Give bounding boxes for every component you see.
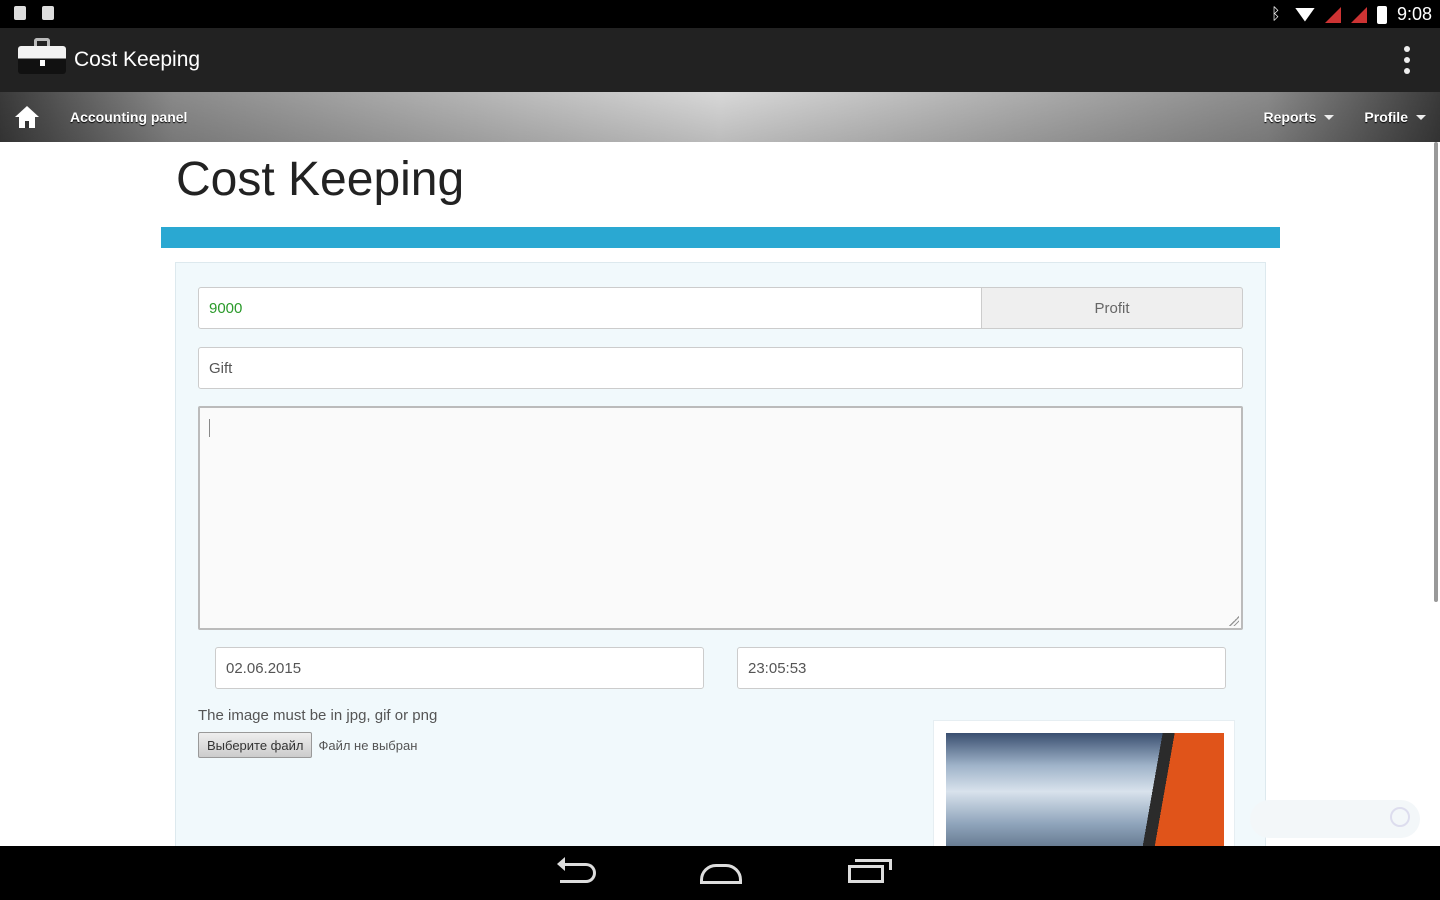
notes-textarea[interactable]	[198, 406, 1243, 630]
home-icon[interactable]	[15, 106, 39, 128]
main-content: Cost Keeping 9000 Profit Gift 02.06.2015…	[0, 142, 1440, 846]
system-navigation-bar	[0, 846, 1440, 900]
signal-icon	[1324, 6, 1341, 23]
category-input[interactable]: Gift	[198, 347, 1243, 389]
zoom-control[interactable]	[1250, 800, 1420, 838]
text-cursor	[209, 419, 210, 437]
image-preview	[933, 720, 1235, 846]
overflow-menu-icon[interactable]	[1404, 46, 1410, 74]
image-format-hint: The image must be in jpg, gif or png	[198, 707, 438, 724]
profit-button[interactable]: Profit	[981, 287, 1243, 329]
system-status: ᛒ 9:08	[1271, 4, 1432, 25]
accent-divider	[161, 227, 1280, 248]
clock: 9:08	[1396, 4, 1432, 24]
choose-file-button[interactable]: Выберите файл	[198, 732, 313, 758]
file-status: Файл не выбран	[318, 737, 418, 753]
nav-item-label: Profile	[1364, 109, 1408, 125]
chevron-down-icon	[1416, 114, 1426, 120]
entry-form: 9000 Profit Gift 02.06.2015 23:05:53 The…	[175, 262, 1266, 846]
app-title: Cost Keeping	[74, 48, 201, 71]
nav-item-reports[interactable]: Reports	[1264, 109, 1335, 125]
top-navbar: Accounting panel Reports Profile	[0, 92, 1440, 142]
app-action-bar: Cost Keeping	[0, 28, 1440, 92]
nav-menu: Reports Profile	[1264, 109, 1426, 125]
resize-grip-icon[interactable]	[1229, 616, 1239, 626]
status-bar: ᛒ 9:08	[0, 0, 1440, 28]
chevron-down-icon	[1324, 114, 1335, 120]
bluetooth-icon: ᛒ	[1270, 5, 1281, 23]
nav-item-profile[interactable]: Profile	[1364, 109, 1426, 125]
sd-card-notification-icon	[42, 6, 54, 20]
battery-icon	[1376, 5, 1387, 24]
nav-item-label: Reports	[1263, 109, 1317, 125]
preview-image[interactable]	[946, 733, 1224, 846]
date-input[interactable]: 02.06.2015	[215, 647, 704, 689]
lock-notification-icon	[14, 6, 26, 20]
notification-icons	[14, 6, 54, 20]
page-title: Cost Keeping	[176, 153, 465, 206]
zoom-in-icon[interactable]	[1390, 807, 1410, 827]
signal-2-icon	[1350, 6, 1367, 23]
home-button-icon[interactable]	[700, 864, 742, 884]
briefcase-icon[interactable]	[18, 38, 66, 76]
back-icon[interactable]	[557, 857, 596, 883]
wifi-icon	[1294, 7, 1315, 22]
file-upload: Выберите файл Файл не выбран	[198, 732, 417, 758]
nav-brand-link[interactable]: Accounting panel	[70, 109, 187, 125]
recent-apps-icon[interactable]	[848, 859, 892, 883]
time-input[interactable]: 23:05:53	[737, 647, 1226, 689]
amount-input[interactable]: 9000	[198, 287, 982, 329]
scrollbar[interactable]	[1434, 142, 1438, 602]
